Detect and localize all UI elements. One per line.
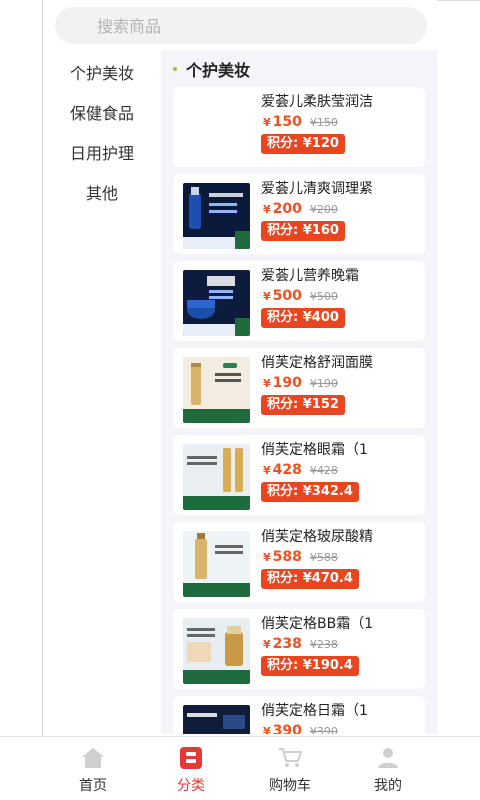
points-badge: 积分: ¥160	[261, 221, 345, 241]
current-price: 428	[272, 462, 302, 478]
currency-symbol: ¥	[263, 116, 271, 129]
product-card[interactable]: 俏芙定格日霜（1 ¥ 390 ¥390	[173, 696, 425, 734]
category-item-beauty[interactable]: 个护美妆	[43, 54, 161, 94]
original-price: ¥428	[309, 464, 338, 477]
tab-cart[interactable]: 购物车	[250, 737, 330, 800]
points-badge: 积分: ¥190.4	[261, 656, 359, 676]
product-price: ¥ 238 ¥238	[263, 636, 338, 652]
points-badge: 积分: ¥400	[261, 308, 345, 328]
currency-symbol: ¥	[263, 377, 271, 390]
product-card[interactable]: 俏芙定格BB霜（1 ¥ 238 ¥238 积分: ¥190.4	[173, 609, 425, 689]
current-price: 588	[272, 549, 302, 565]
product-name: 俏芙定格日霜（1	[261, 703, 368, 719]
product-list[interactable]: 个护美妆 爱荟儿柔肤莹润洁 ¥ 150 ¥150 积分: ¥120 爱荟儿清爽调…	[161, 50, 437, 734]
product-name: 爱荟儿柔肤莹润洁	[261, 94, 373, 110]
category-item-daily-care[interactable]: 日用护理	[43, 134, 161, 174]
current-price: 200	[272, 201, 302, 217]
product-price: ¥ 500 ¥500	[263, 288, 338, 304]
product-name: 俏芙定格眼霜（1	[261, 442, 368, 458]
section-dot	[173, 67, 177, 71]
product-image	[183, 183, 250, 249]
product-name: 爱荟儿营养晚霜	[261, 268, 359, 284]
user-icon	[378, 748, 398, 768]
product-name: 俏芙定格玻尿酸精	[261, 529, 373, 545]
product-image	[183, 705, 250, 734]
tab-label: 我的	[374, 778, 402, 794]
points-badge: 积分: ¥342.4	[261, 482, 359, 502]
original-price: ¥190	[309, 377, 338, 390]
tab-label: 首页	[79, 778, 107, 794]
category-item-other[interactable]: 其他	[43, 174, 161, 214]
currency-symbol: ¥	[263, 290, 271, 303]
product-image	[183, 357, 250, 423]
product-name: 俏芙定格BB霜（1	[261, 616, 374, 632]
search-area	[43, 0, 437, 50]
original-price: ¥238	[309, 638, 338, 651]
product-card[interactable]: 爱荟儿营养晚霜 ¥ 500 ¥500 积分: ¥400	[173, 261, 425, 341]
product-price: ¥ 390 ¥390	[263, 723, 338, 734]
currency-symbol: ¥	[263, 725, 271, 734]
original-price: ¥390	[309, 725, 338, 734]
points-badge: 积分: ¥152	[261, 395, 345, 415]
product-price: ¥ 588 ¥588	[263, 549, 338, 565]
app-root: 个护美妆 保健食品 日用护理 其他 个护美妆 爱荟儿柔肤莹润洁 ¥ 150 ¥1…	[0, 0, 480, 800]
current-price: 150	[272, 114, 302, 130]
top-divider	[437, 0, 480, 1]
section-header: 个护美妆	[173, 58, 250, 80]
home-icon	[82, 748, 104, 768]
section-title: 个护美妆	[186, 61, 251, 80]
product-card[interactable]: 俏芙定格舒润面膜 ¥ 190 ¥190 积分: ¥152	[173, 348, 425, 428]
original-price: ¥200	[309, 203, 338, 216]
tab-profile[interactable]: 我的	[348, 737, 428, 800]
current-price: 390	[272, 723, 302, 734]
currency-symbol: ¥	[263, 203, 271, 216]
product-card[interactable]: 俏芙定格眼霜（1 ¥ 428 ¥428 积分: ¥342.4	[173, 435, 425, 515]
product-image	[183, 618, 250, 684]
product-image	[183, 270, 250, 336]
currency-symbol: ¥	[263, 464, 271, 477]
product-name: 俏芙定格舒润面膜	[261, 355, 373, 371]
original-price: ¥500	[309, 290, 338, 303]
tab-label: 分类	[177, 778, 205, 794]
original-price: ¥150	[309, 116, 338, 129]
category-sidebar: 个护美妆 保健食品 日用护理 其他	[43, 50, 161, 750]
product-card[interactable]: 爱荟儿柔肤莹润洁 ¥ 150 ¥150 积分: ¥120	[173, 87, 425, 167]
product-price: ¥ 150 ¥150	[263, 114, 338, 130]
category-item-health-food[interactable]: 保健食品	[43, 94, 161, 134]
product-price: ¥ 200 ¥200	[263, 201, 338, 217]
product-card[interactable]: 爱荟儿清爽调理紧 ¥ 200 ¥200 积分: ¥160	[173, 174, 425, 254]
tab-home[interactable]: 首页	[53, 737, 133, 800]
original-price: ¥588	[309, 551, 338, 564]
bottom-tabbar: 首页 分类 购物车 我的	[0, 736, 480, 800]
current-price: 238	[272, 636, 302, 652]
category-icon	[180, 747, 202, 769]
search-bar[interactable]	[55, 7, 427, 46]
search-input[interactable]	[95, 7, 419, 46]
cart-icon	[279, 748, 302, 767]
points-badge: 积分: ¥120	[261, 134, 345, 154]
current-price: 500	[272, 288, 302, 304]
product-card[interactable]: 俏芙定格玻尿酸精 ¥ 588 ¥588 积分: ¥470.4	[173, 522, 425, 602]
product-name: 爱荟儿清爽调理紧	[261, 181, 373, 197]
product-image	[183, 531, 250, 597]
product-image	[183, 444, 250, 510]
tab-label: 购物车	[269, 778, 311, 794]
currency-symbol: ¥	[263, 551, 271, 564]
currency-symbol: ¥	[263, 638, 271, 651]
tab-category[interactable]: 分类	[151, 737, 231, 800]
current-price: 190	[272, 375, 302, 391]
points-badge: 积分: ¥470.4	[261, 569, 359, 589]
product-price: ¥ 428 ¥428	[263, 462, 338, 478]
product-price: ¥ 190 ¥190	[263, 375, 338, 391]
